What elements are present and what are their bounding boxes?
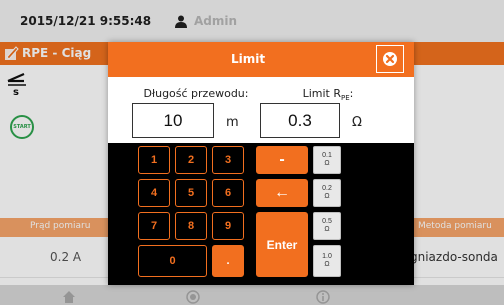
preset-0-1-ohm-button[interactable]: 0.1 Ω (313, 146, 341, 174)
key-2[interactable]: 2 (175, 146, 207, 174)
preset-1-0-ohm-button[interactable]: 1.0 Ω (313, 245, 341, 277)
preset-value: 0.1 (322, 152, 332, 159)
numeric-keypad: 1 2 3 4 5 6 7 8 9 0 . - ← Enter 0.1 Ω 0.… (108, 143, 414, 285)
key-8[interactable]: 8 (175, 212, 207, 240)
key-0[interactable]: 0 (138, 245, 207, 277)
limit-label: Limit RPE: (268, 87, 388, 102)
backspace-button[interactable]: ← (256, 179, 308, 207)
preset-unit: Ω (324, 160, 330, 167)
cable-length-unit: m (226, 115, 239, 130)
preset-value: 1.0 (322, 253, 332, 260)
minus-button[interactable]: - (256, 146, 308, 174)
preset-unit: Ω (324, 226, 330, 233)
key-1[interactable]: 1 (138, 146, 170, 174)
key-4[interactable]: 4 (138, 179, 170, 207)
limit-label-text: Limit R (302, 87, 342, 100)
dialog-title: Limit (230, 52, 266, 66)
preset-unit: Ω (324, 261, 330, 268)
key-7[interactable]: 7 (138, 212, 170, 240)
limit-label-suffix: : (349, 87, 354, 100)
preset-0-2-ohm-button[interactable]: 0.2 Ω (313, 179, 341, 207)
limit-dialog: Limit Długość przewodu: Limit RPE: 10 m … (108, 42, 414, 285)
preset-value: 0.2 (322, 185, 332, 192)
preset-0-5-ohm-button[interactable]: 0.5 Ω (313, 212, 341, 240)
dialog-header: Limit (108, 42, 414, 77)
key-decimal-point[interactable]: . (212, 245, 244, 277)
key-3[interactable]: 3 (212, 146, 244, 174)
cable-length-label: Długość przewodu: (143, 87, 249, 100)
key-6[interactable]: 6 (212, 179, 244, 207)
cable-length-field[interactable]: 10 (132, 103, 214, 138)
close-button[interactable] (376, 45, 404, 73)
limit-field[interactable]: 0.3 (260, 103, 340, 138)
key-9[interactable]: 9 (212, 212, 244, 240)
limit-unit: Ω (352, 115, 362, 130)
close-icon (383, 52, 397, 66)
enter-button[interactable]: Enter (256, 212, 308, 277)
preset-value: 0.5 (322, 218, 332, 225)
key-5[interactable]: 5 (175, 179, 207, 207)
limit-label-subscript: PE (341, 94, 350, 103)
preset-unit: Ω (324, 193, 330, 200)
